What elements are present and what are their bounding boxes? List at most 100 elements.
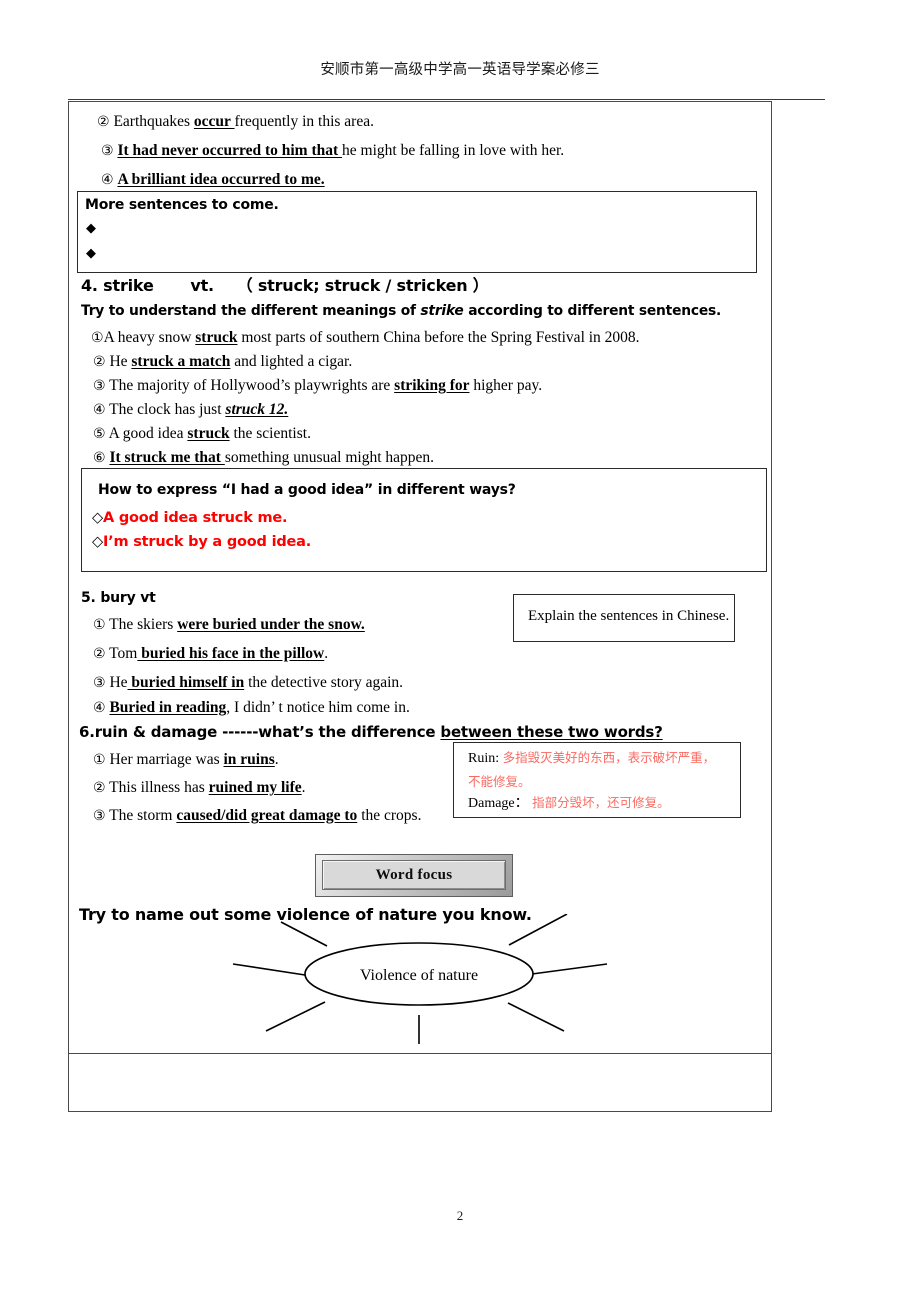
ruin-note-text-2: 不能修复。	[468, 774, 531, 789]
sentence-keyword: struck	[195, 329, 238, 346]
violence-of-nature-diagram: Violence of nature	[219, 913, 619, 1044]
sentence-post: .	[301, 779, 306, 796]
express-ideas-box: How to express “I had a good idea” in di…	[81, 468, 767, 572]
list-marker: ①	[91, 330, 104, 346]
strike-heading-number: 4. strike	[81, 276, 154, 295]
sentence-keyword: in ruins	[223, 751, 275, 768]
list-marker: ③	[101, 143, 114, 159]
list-marker: ④	[101, 172, 114, 188]
header-divider-rule	[68, 99, 825, 100]
diamond-outline-icon: ◇	[92, 510, 103, 526]
express-question: How to express “I had a good idea” in di…	[98, 482, 516, 498]
sentence-keyword: It had never occurred to him that	[117, 142, 343, 159]
ruin-note-line-1: Ruin: 多指毁灭美好的东西，表示破坏严重，	[468, 750, 716, 766]
sentence-keyword: struck	[187, 425, 230, 442]
sentence-keyword: were buried under the snow.	[177, 616, 365, 633]
strike-item-4: ④ The clock has just struck 12.	[93, 402, 288, 418]
sentence-pre: The storm	[109, 807, 177, 824]
strike-item-3: ③ The majority of Hollywood’s playwright…	[93, 378, 542, 394]
bury-item-2: ② Tom buried his face in the pillow.	[93, 646, 328, 662]
list-marker: ④	[93, 402, 106, 418]
sentence-keyword: struck a match	[131, 353, 231, 370]
more-sentences-box: More sentences to come. ◆ ◆	[77, 191, 757, 273]
strike-heading: 4. strike vt. （ struck; struck / stricke…	[81, 278, 489, 294]
ruin-note-text-1: 多指毁灭美好的东西，表示破坏严重，	[502, 750, 716, 765]
strike-item-6: ⑥ It struck me that something unusual mi…	[93, 450, 434, 466]
list-marker: ①	[93, 752, 106, 768]
occur-item-3: ③ It had never occurred to him that he m…	[101, 143, 564, 159]
sentence-pre: He	[109, 353, 132, 370]
sentence-post: most parts of southern China before the …	[237, 329, 640, 346]
spoke-lower-left	[265, 1001, 326, 1032]
bury-heading: 5. bury vt	[81, 590, 156, 606]
list-marker: ③	[93, 675, 106, 691]
sentence-keyword: occur	[193, 113, 235, 130]
document-page: 安顺市第一高级中学高一英语导学案必修三 ② Earthquakes occur …	[0, 0, 920, 1302]
bury-item-1: ① The skiers were buried under the snow.	[93, 617, 365, 633]
sentence-post: the detective story again.	[244, 674, 404, 691]
damage-note-label: Damage：	[468, 796, 529, 811]
sentence-post: the scientist.	[229, 425, 311, 442]
strike-instruction-word: strike	[420, 303, 464, 319]
sentence-pre: A good idea	[108, 425, 188, 442]
sentence-keyword: caused/did great damage to	[176, 807, 358, 824]
diagram-center-label: Violence of nature	[360, 967, 478, 984]
ruin-item-1: ① Her marriage was in ruins.	[93, 752, 279, 768]
sentence-post: .	[324, 645, 329, 662]
word-focus-inner-face: Word focus	[322, 860, 506, 890]
word-focus-button[interactable]: Word focus	[315, 854, 513, 897]
list-marker: ②	[93, 780, 106, 796]
sentence-pre: Her marriage was	[109, 751, 224, 768]
bury-item-3: ③ He buried himself in the detective sto…	[93, 675, 403, 691]
strike-heading-pos: vt.	[190, 276, 214, 295]
worksheet-table: ② Earthquakes occur frequently in this a…	[68, 101, 772, 1112]
strike-item-2: ② He struck a match and lighted a cigar.	[93, 354, 352, 370]
sentence-keyword: buried himself in	[127, 674, 245, 691]
express-answer-2: ◇I’m struck by a good idea.	[92, 535, 311, 550]
sentence-keyword: ruined my life	[208, 779, 302, 796]
spoke-upper-left	[280, 921, 328, 947]
sentence-pre: This illness has	[109, 779, 209, 796]
damage-note-text: 指部分毁坏，还可修复。	[532, 795, 670, 810]
page-number: 2	[456, 1208, 464, 1223]
bury-item-4: ④ Buried in reading, I didn’ t notice hi…	[93, 700, 410, 716]
sentence-keyword: struck 12.	[225, 401, 289, 418]
strike-heading-forms: （ struck; struck / stricken ）	[236, 276, 489, 295]
occur-item-2: ② Earthquakes occur frequently in this a…	[97, 114, 374, 130]
express-answer-1: ◇A good idea struck me.	[92, 510, 288, 526]
more-sentences-title: More sentences to come.	[85, 197, 279, 213]
list-marker: ⑥	[93, 450, 106, 466]
list-marker: ④	[93, 700, 106, 716]
sentence-pre: Earthquakes	[113, 113, 194, 130]
sentence-post: , I didn’ t notice him come in.	[226, 699, 410, 716]
ruin-item-2: ② This illness has ruined my life.	[93, 780, 306, 796]
list-marker: ③	[93, 378, 106, 394]
sentence-post: higher pay.	[469, 377, 543, 394]
explain-in-chinese-box: Explain the sentences in Chinese.	[513, 594, 735, 642]
strike-item-1: ①A heavy snow struck most parts of south…	[91, 330, 640, 346]
ruin-damage-note-box: Ruin: 多指毁灭美好的东西，表示破坏严重， 不能修复。 Damage： 指部…	[453, 742, 741, 818]
sentence-pre: He	[109, 674, 128, 691]
strike-instruction: Try to understand the different meanings…	[81, 303, 721, 319]
list-marker: ②	[93, 646, 106, 662]
sentence-pre: The skiers	[109, 616, 178, 633]
sentence-pre: The majority of Hollywood’s playwrights …	[109, 377, 395, 394]
express-answer-text: I’m struck by a good idea.	[102, 534, 312, 550]
explain-in-chinese-text: Explain the sentences in Chinese.	[528, 608, 730, 624]
word-focus-label: Word focus	[375, 866, 453, 883]
sentence-post: .	[274, 751, 279, 768]
list-marker: ③	[93, 808, 106, 824]
sentence-post: and lighted a cigar.	[230, 353, 353, 370]
worksheet-empty-cell	[69, 1054, 771, 1111]
ruin-heading-pre: 6.ruin & damage ------what’s the differe…	[79, 723, 441, 741]
list-marker: ②	[93, 354, 106, 370]
list-marker: ②	[97, 114, 110, 130]
strike-instruction-pre: Try to understand the different meanings…	[81, 303, 421, 319]
sentence-pre: Tom	[109, 645, 138, 662]
ruin-heading-underlined: between these two words?	[440, 723, 663, 741]
sentence-keyword: A brilliant idea occurred to me.	[117, 171, 325, 188]
sentence-pre: A heavy snow	[103, 329, 196, 346]
diagram-svg: Violence of nature	[232, 913, 608, 1044]
spoke-left	[232, 963, 306, 976]
sentence-keyword: It struck me that	[109, 449, 225, 466]
